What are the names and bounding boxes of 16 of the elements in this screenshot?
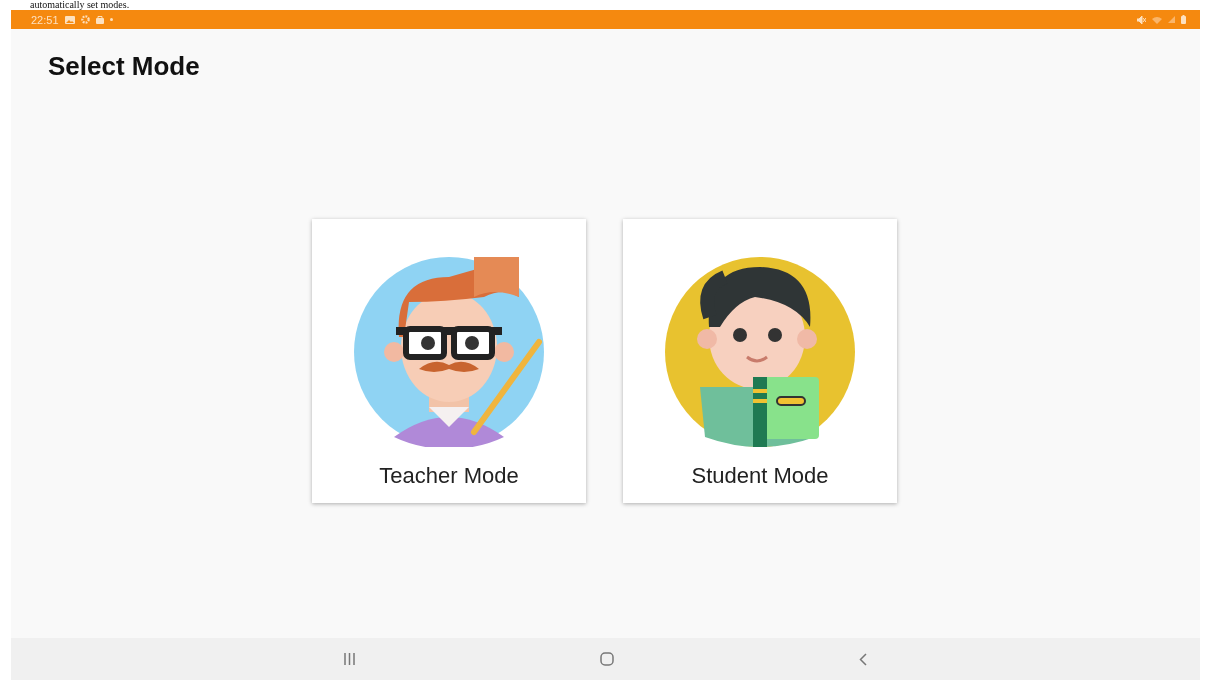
recent-apps-icon[interactable] [344, 653, 355, 665]
screen-title: Select Mode [48, 51, 200, 81]
dot-icon [109, 18, 113, 21]
image-icon [64, 15, 75, 24]
bag-icon [95, 15, 104, 24]
home-icon[interactable] [600, 652, 614, 666]
mute-icon [1137, 15, 1146, 24]
back-icon[interactable] [859, 652, 867, 666]
mode-card[interactable]: Student Mode [623, 219, 897, 503]
caption-text: automatically set modes. [30, 0, 131, 10]
mode-card[interactable]: Teacher Mode [312, 219, 586, 503]
gear-icon [80, 15, 90, 24]
wifi-icon [1152, 15, 1162, 24]
battery-icon [1181, 15, 1186, 24]
signal-icon [1168, 16, 1175, 23]
status-time: 22:51 [31, 13, 59, 26]
